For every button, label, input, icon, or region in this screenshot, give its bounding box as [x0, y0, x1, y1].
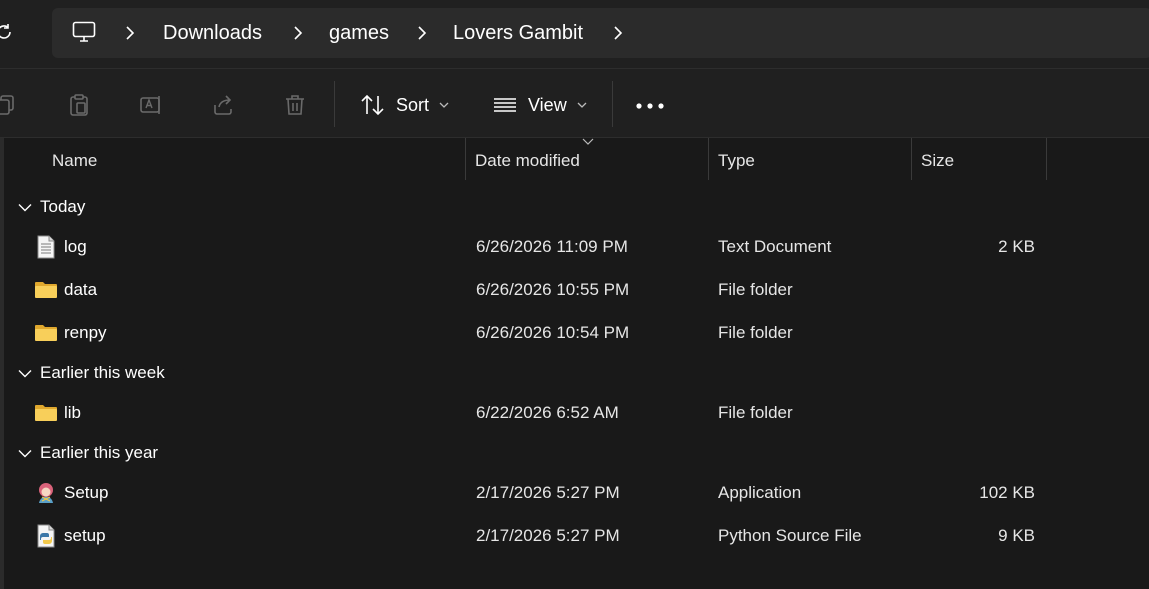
column-size[interactable]: Size — [921, 151, 954, 171]
file-type: File folder — [718, 323, 793, 342]
file-size: 2 KB — [998, 237, 1035, 256]
file-row-renpy[interactable]: renpy 6/26/2026 10:54 PM File folder — [0, 313, 1149, 353]
file-type: Python Source File — [718, 526, 862, 545]
rename-icon[interactable] — [139, 93, 163, 117]
sort-label: Sort — [396, 94, 430, 115]
file-date: 6/26/2026 11:09 PM — [476, 237, 628, 256]
breadcrumb-downloads[interactable]: Downloads — [163, 22, 262, 45]
file-row-data[interactable]: data 6/26/2026 10:55 PM File folder — [0, 270, 1149, 310]
more-icon[interactable] — [636, 103, 664, 109]
file-type: Application — [718, 483, 802, 502]
breadcrumb-games[interactable]: games — [329, 22, 389, 45]
file-name: lib — [64, 403, 82, 422]
file-row-lib[interactable]: lib 6/22/2026 6:52 AM File folder — [0, 393, 1149, 433]
text-file-icon — [37, 235, 55, 259]
group-header-earlier-this-week[interactable]: Earlier this week — [18, 361, 165, 385]
file-type: Text Document — [718, 237, 832, 256]
app-icon — [39, 483, 53, 503]
toolbar-separator — [612, 81, 613, 127]
group-label: Today — [40, 197, 86, 216]
address-bar[interactable]: Downloads games Lovers Gambit — [52, 8, 1149, 58]
folder-icon — [35, 405, 57, 421]
sort-button[interactable]: Sort — [360, 91, 449, 119]
chevron-down-icon — [18, 449, 32, 457]
file-type: File folder — [718, 280, 793, 299]
python-file-icon — [37, 524, 55, 548]
chevron-down-icon — [577, 102, 587, 108]
address-area: Downloads games Lovers Gambit — [0, 0, 1149, 68]
toolbar-separator — [334, 81, 335, 127]
group-header-earlier-this-year[interactable]: Earlier this year — [18, 441, 158, 465]
folder-icon — [35, 325, 57, 341]
file-type: File folder — [718, 403, 793, 422]
chevron-down-icon — [439, 102, 449, 108]
file-date: 6/26/2026 10:55 PM — [476, 280, 630, 299]
paste-icon[interactable] — [67, 93, 91, 117]
group-label: Earlier this year — [40, 443, 159, 462]
refresh-icon[interactable] — [0, 22, 14, 42]
file-name: log — [64, 237, 87, 256]
chevron-right-icon[interactable] — [612, 25, 624, 41]
file-date: 2/17/2026 5:27 PM — [476, 483, 620, 502]
file-date: 2/17/2026 5:27 PM — [476, 526, 620, 545]
file-row-setup-py[interactable]: setup 2/17/2026 5:27 PM Python Source Fi… — [0, 516, 1149, 556]
breadcrumb-lovers-gambit[interactable]: Lovers Gambit — [453, 22, 583, 45]
view-button[interactable]: View — [492, 91, 587, 119]
column-name[interactable]: Name — [52, 151, 97, 171]
column-separator[interactable] — [465, 138, 466, 180]
file-size: 9 KB — [998, 526, 1035, 545]
file-size: 102 KB — [979, 483, 1035, 502]
file-name: setup — [64, 526, 106, 545]
column-type[interactable]: Type — [718, 151, 755, 171]
share-icon[interactable] — [211, 93, 235, 117]
delete-icon[interactable] — [283, 93, 307, 117]
file-row-log[interactable]: log 6/26/2026 11:09 PM Text Document 2 K… — [0, 227, 1149, 267]
chevron-down-icon — [18, 369, 32, 377]
folder-icon — [35, 282, 57, 298]
chevron-right-icon[interactable] — [124, 25, 136, 41]
file-row-setup-exe[interactable]: Setup 2/17/2026 5:27 PM Application 102 … — [0, 473, 1149, 513]
file-date: 6/22/2026 6:52 AM — [476, 403, 619, 422]
sort-chevron-icon — [582, 138, 594, 145]
command-bar: Sort View — [0, 69, 1149, 137]
column-separator[interactable] — [911, 138, 912, 180]
column-header: Name Date modified Type Size — [0, 138, 1149, 182]
view-label: View — [528, 94, 567, 115]
group-header-today[interactable]: Today — [18, 195, 85, 219]
copy-icon[interactable] — [0, 93, 18, 117]
this-pc-icon[interactable] — [72, 21, 96, 43]
column-separator[interactable] — [1046, 138, 1047, 180]
view-icon — [494, 98, 516, 112]
chevron-right-icon[interactable] — [416, 25, 428, 41]
group-label: Earlier this week — [40, 363, 165, 382]
file-name: renpy — [64, 323, 107, 342]
chevron-right-icon[interactable] — [292, 25, 304, 41]
file-date: 6/26/2026 10:54 PM — [476, 323, 630, 342]
column-date-modified[interactable]: Date modified — [475, 151, 580, 171]
column-separator[interactable] — [708, 138, 709, 180]
file-name: data — [64, 280, 98, 299]
sort-icon — [361, 94, 384, 116]
chevron-down-icon — [18, 203, 32, 211]
file-name: Setup — [64, 483, 109, 502]
